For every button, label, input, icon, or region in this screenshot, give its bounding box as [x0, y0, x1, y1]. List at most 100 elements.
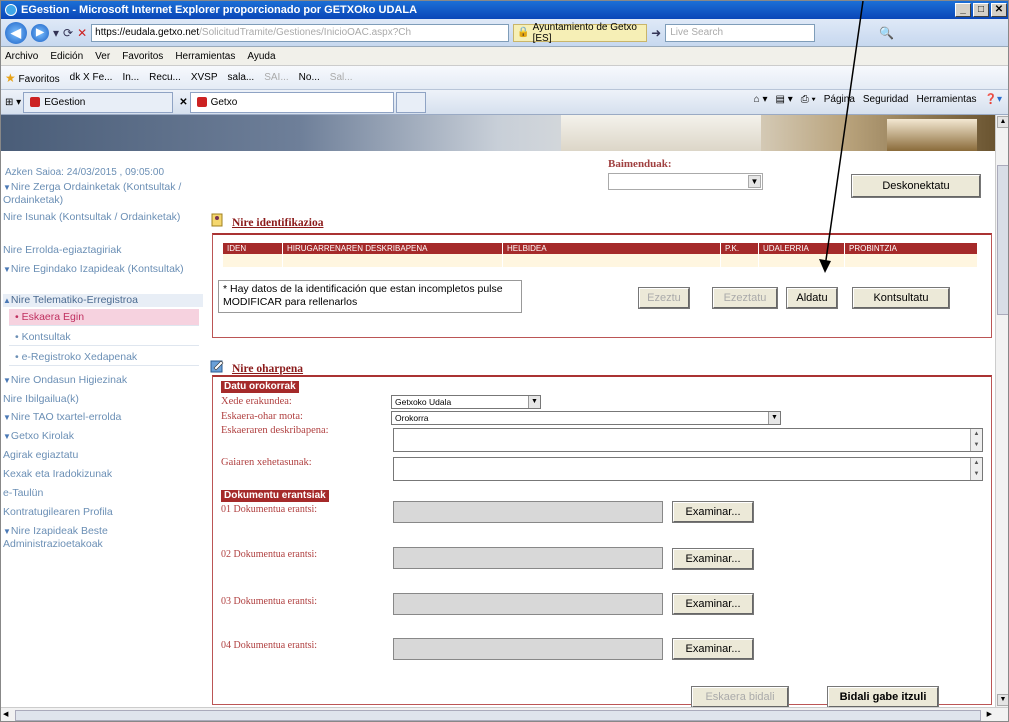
table-header: IDEN HIRUGARRENAREN DESKRIBAPENA HELBIDE…: [223, 243, 978, 254]
scroll-up-icon[interactable]: ▲: [997, 116, 1008, 128]
stop-icon[interactable]: ✕: [77, 26, 87, 40]
certificate-label: Ayuntamiento de Getxo [ES]: [532, 21, 637, 44]
query-button[interactable]: Kontsultatu: [852, 287, 950, 309]
notes-textarea[interactable]: ▲ ▼: [393, 457, 983, 481]
close-window-button[interactable]: ✕: [991, 3, 1007, 17]
minimize-button[interactable]: _: [955, 3, 971, 17]
forward-icon[interactable]: ▶: [31, 23, 49, 42]
sidebar-item-kirolak[interactable]: ▼Getxo Kirolak: [3, 430, 203, 443]
sidebar-item-ondasun[interactable]: ▼Nire Ondasun Higiezinak: [3, 374, 203, 387]
sidebar-subitem-eskaera[interactable]: • Eskaera Egin: [9, 309, 199, 326]
sidebar-item-izapideak[interactable]: ▼Nire Egindako Izapideak (Kontsultak): [3, 263, 203, 276]
permissions-select[interactable]: ▼: [608, 173, 763, 190]
scroll-down-icon[interactable]: ▼: [997, 694, 1008, 706]
description-textarea[interactable]: ▲ ▼: [393, 428, 983, 452]
fav-item-1[interactable]: dk X Fe...: [70, 72, 113, 83]
close-tab-icon[interactable]: ✕: [179, 97, 187, 108]
scroll-thumb[interactable]: [997, 165, 1008, 315]
cancel-button-2[interactable]: Ezeztatu: [712, 287, 778, 309]
browser-window: EGestion - Microsoft Internet Explorer p…: [0, 0, 1009, 722]
sidebar-item-kontratugile[interactable]: Kontratugilearen Profila: [3, 506, 203, 519]
new-tab-button[interactable]: [395, 91, 426, 113]
scroll-right-icon[interactable]: ▶: [987, 710, 992, 718]
tab-label: Getxo: [210, 96, 238, 108]
search-input[interactable]: Live Search: [665, 23, 816, 42]
feeds-icon[interactable]: ▤ ▾: [776, 94, 793, 105]
sidebar-item-isunak[interactable]: Nire Isunak (Kontsultak / Ordainketak): [3, 211, 203, 224]
scroll-left-icon[interactable]: ◀: [3, 710, 8, 718]
tab-list-icon[interactable]: ⊞ ▾: [5, 97, 21, 108]
sidebar-item-telematiko[interactable]: ▲Nire Telematiko-Erregistroa: [3, 294, 203, 307]
cmd-herramientas[interactable]: Herramientas: [916, 94, 976, 105]
fav-item-6[interactable]: SAI...: [264, 72, 288, 83]
menu-ver[interactable]: Ver: [95, 51, 110, 62]
modify-button[interactable]: Aldatu: [786, 287, 838, 309]
table-cell: [759, 254, 845, 267]
refresh-icon[interactable]: ⟳: [63, 26, 73, 40]
fav-item-2[interactable]: In...: [122, 72, 139, 83]
browse-button-4[interactable]: Examinar...: [672, 638, 754, 660]
document-4-path[interactable]: [393, 638, 663, 660]
print-icon[interactable]: ⎙ ▾: [801, 94, 816, 105]
sidebar-subitem-kontsultak[interactable]: • Kontsultak: [9, 329, 199, 346]
sidebar-item-beste[interactable]: ▼Nire Izapideak Beste Administrazioetako…: [3, 525, 203, 551]
textarea-scrollbar[interactable]: ▲ ▼: [970, 458, 982, 480]
document-1-path[interactable]: [393, 501, 663, 523]
document-2-path[interactable]: [393, 547, 663, 569]
help-icon[interactable]: ❓▾: [985, 94, 1002, 105]
textarea-scrollbar[interactable]: ▲ ▼: [970, 429, 982, 451]
vertical-scrollbar[interactable]: ▲ ▼: [995, 115, 1008, 707]
cmd-pagina[interactable]: Página: [824, 94, 855, 105]
menu-archivo[interactable]: Archivo: [5, 51, 38, 62]
search-icon[interactable]: 🔍: [879, 26, 894, 40]
cmd-seguridad[interactable]: Seguridad: [863, 94, 909, 105]
sidebar-item-etaulun[interactable]: e-Taulün: [3, 487, 203, 500]
document-4-label: 04 Dokumentua erantsi:: [221, 640, 318, 651]
type-select[interactable]: Orokorra ▼: [391, 411, 781, 425]
fav-item-3[interactable]: Recu...: [149, 72, 181, 83]
browse-button-1[interactable]: Examinar...: [672, 501, 754, 523]
fav-item-7[interactable]: No...: [299, 72, 320, 83]
favorites-button[interactable]: ★ Favoritos: [5, 71, 60, 85]
disconnect-button[interactable]: Deskonektatu: [851, 174, 981, 198]
sidebar-item-errolda[interactable]: Nire Errolda-egiaztagiriak: [3, 244, 203, 257]
menu-ayuda[interactable]: Ayuda: [247, 51, 275, 62]
horizontal-scrollbar[interactable]: ◀ ▶: [1, 707, 1008, 721]
cancel-button-1[interactable]: Ezeztu: [638, 287, 690, 309]
send-request-button[interactable]: Eskaera bidali: [691, 686, 789, 708]
submission-panel: Datu orokorrak Xede erakundea: Getxoko U…: [212, 375, 992, 705]
home-icon[interactable]: ⌂ ▾: [754, 94, 768, 105]
browse-button-2[interactable]: Examinar...: [672, 548, 754, 570]
maximize-button[interactable]: □: [973, 3, 989, 17]
sidebar-item-kexak[interactable]: Kexak eta Iradokizunak: [3, 468, 203, 481]
sidebar: Azken Saioa: 24/03/2015 , 09:05:00 ▼Nire…: [1, 151, 205, 707]
back-icon[interactable]: ◀: [5, 21, 27, 44]
main-panel: Baimenduak: ▼ Deskonektatu Nire identifi…: [206, 151, 995, 708]
fav-item-5[interactable]: sala...: [228, 72, 255, 83]
xede-select[interactable]: Getxoko Udala ▼: [391, 395, 541, 409]
menu-edicion[interactable]: Edición: [50, 51, 83, 62]
tab-egestion[interactable]: EGestion: [23, 91, 174, 113]
sidebar-item-agirak[interactable]: Agirak egiaztatu: [3, 449, 203, 462]
dropdown-arrow-icon[interactable]: ▾: [53, 26, 59, 40]
sidebar-item-tao[interactable]: ▼Nire TAO txartel-erroldа: [3, 411, 203, 424]
browse-button-3[interactable]: Examinar...: [672, 593, 754, 615]
fav-item-8[interactable]: Sal...: [330, 72, 353, 83]
sidebar-item-zerga[interactable]: ▼Nire Zerga Ordainketak (Kontsultak / Or…: [3, 181, 203, 207]
go-icon[interactable]: ➜: [651, 26, 661, 40]
fav-item-4[interactable]: XVSP: [191, 72, 218, 83]
document-1-label: 01 Dokumentua erantsi:: [221, 504, 318, 515]
tab-bar: ⊞ ▾ EGestion ✕ Getxo ⌂ ▾ ▤ ▾ ⎙ ▾ Página …: [1, 90, 1008, 115]
table-row[interactable]: [223, 254, 978, 267]
document-3-path[interactable]: [393, 593, 663, 615]
menu-herramientas[interactable]: Herramientas: [175, 51, 235, 62]
menu-favoritos[interactable]: Favoritos: [122, 51, 163, 62]
url-path: /SolicitudTramite/Gestiones/InicioOAC.as…: [199, 27, 412, 38]
sidebar-subitem-xedapenak[interactable]: • e-Registroko Xedapenak: [9, 349, 199, 366]
sidebar-item-ibilgailua[interactable]: Nire Ibilgailua(k): [3, 393, 203, 406]
tab-getxo[interactable]: Getxo: [189, 91, 394, 113]
certificate-badge[interactable]: 🔒 Ayuntamiento de Getxo [ES]: [513, 21, 648, 44]
h-scroll-thumb[interactable]: [15, 710, 981, 721]
back-without-send-button[interactable]: Bidali gabe itzuli: [827, 686, 939, 708]
address-input[interactable]: https://eudala.getxo.net/SolicitudTramit…: [91, 23, 510, 42]
